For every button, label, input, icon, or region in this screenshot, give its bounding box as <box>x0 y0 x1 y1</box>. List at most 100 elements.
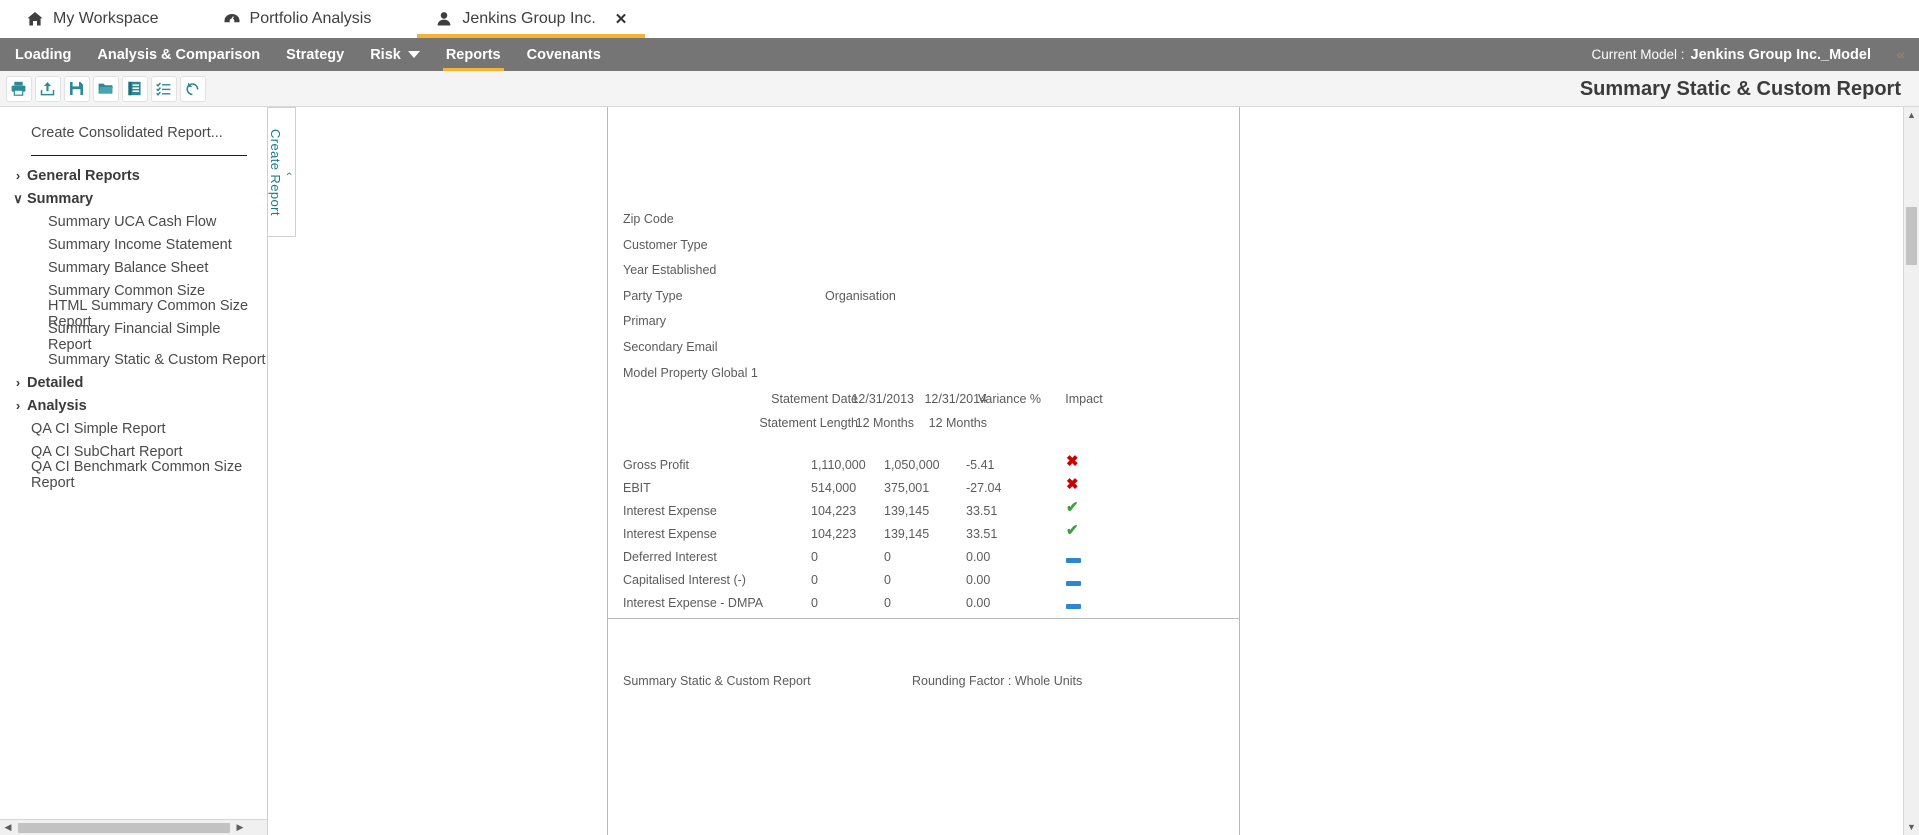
scroll-right-icon[interactable]: ▶ <box>232 820 248 835</box>
next-page-title: Summary Static & Custom Report <box>623 674 811 688</box>
table-row-value-2014: 1,050,000 <box>884 458 940 472</box>
table-row-label: Deferred Interest <box>623 550 717 564</box>
menu-label: Analysis & Comparison <box>97 46 261 63</box>
table-row-value-2014: 0 <box>884 550 891 564</box>
reports-sidebar: Create Consolidated Report... › General … <box>0 107 268 835</box>
report-property-label: Secondary Email <box>623 340 718 354</box>
undo-icon <box>184 80 201 97</box>
chevron-right-icon: › <box>15 398 21 413</box>
tab-label: My Workspace <box>53 10 159 27</box>
scrollbar-thumb[interactable] <box>18 822 230 833</box>
report-property-value: Organisation <box>825 289 896 303</box>
checklist-button[interactable] <box>150 75 177 102</box>
table-row-variance: 33.51 <box>966 504 998 518</box>
current-model-value: Jenkins Group Inc._Model <box>1690 46 1871 63</box>
sidebar-item-qa-ci-benchmark-common-size-report[interactable]: QA CI Benchmark Common Size Report <box>0 459 267 491</box>
impact-positive-icon: ✔ <box>1066 499 1079 516</box>
table-row-label: Interest Expense <box>623 527 717 541</box>
export-icon <box>39 80 56 97</box>
scroll-left-icon[interactable]: ◀ <box>0 820 16 835</box>
table-row-value-2014: 139,145 <box>884 504 930 518</box>
tree-group-summary[interactable]: ∨ Summary <box>0 187 267 210</box>
table-row-value-2013: 0 <box>811 596 818 610</box>
sidebar-item-summary-static-custom-report[interactable]: Summary Static & Custom Report <box>0 348 267 371</box>
menu-item-reports[interactable]: Reports <box>433 38 514 71</box>
impact-positive-icon: ✔ <box>1066 522 1079 539</box>
chevron-down-icon <box>407 51 420 58</box>
table-row-label: Interest Expense - DMPA <box>623 596 764 610</box>
report-vertical-scrollbar[interactable]: ▲ ▼ <box>1903 107 1919 835</box>
report-property-label: Customer Type <box>623 238 708 252</box>
checklist-icon <box>155 80 172 97</box>
table-row-variance: 33.51 <box>966 527 998 541</box>
sidebar-item-summary-financial-simple-report[interactable]: Summary Financial Simple Report <box>0 321 267 353</box>
collapse-panel-icon[interactable]: « <box>1897 38 1905 71</box>
impact-neutral-icon <box>1066 598 1081 612</box>
current-model-indicator: Current Model : Jenkins Group Inc._Model <box>1591 38 1871 71</box>
main-menu-bar: Loading Analysis & Comparison Strategy R… <box>0 38 1919 71</box>
export-button[interactable] <box>34 75 61 102</box>
tab-jenkins-group-inc[interactable]: Jenkins Group Inc. ✕ <box>417 0 646 38</box>
report-toolbar: Summary Static & Custom Report <box>0 71 1919 107</box>
chevron-right-icon: › <box>15 375 21 390</box>
menu-item-covenants[interactable]: Covenants <box>514 38 614 71</box>
print-button[interactable] <box>5 75 32 102</box>
scrollbar-thumb[interactable] <box>1906 207 1917 265</box>
report-view-button[interactable] <box>121 75 148 102</box>
sidebar-horizontal-scrollbar[interactable]: ◀ ▶ <box>0 819 267 835</box>
undo-button[interactable] <box>179 75 206 102</box>
menu-label: Reports <box>445 46 501 63</box>
report-property-label: Year Established <box>623 263 717 277</box>
print-icon <box>10 80 27 97</box>
table-row-variance: -27.04 <box>966 481 1002 495</box>
table-row-value-2013: 0 <box>811 550 818 564</box>
table-row-value-2013: 104,223 <box>811 527 857 541</box>
table-row-value-2014: 0 <box>884 596 891 610</box>
tab-my-workspace[interactable]: My Workspace <box>8 0 177 38</box>
open-folder-icon <box>97 80 114 97</box>
table-row-value-2013: 104,223 <box>811 504 857 518</box>
menu-item-strategy[interactable]: Strategy <box>273 38 357 71</box>
page-title: Summary Static & Custom Report <box>1579 78 1901 100</box>
chevron-right-icon: › <box>15 168 21 183</box>
sidebar-item-summary-balance-sheet[interactable]: Summary Balance Sheet <box>0 256 267 279</box>
scroll-up-icon[interactable]: ▲ <box>1904 107 1919 123</box>
menu-item-loading[interactable]: Loading <box>2 38 84 71</box>
tree-group-detailed[interactable]: › Detailed <box>0 371 267 394</box>
report-page-2: Summary Static & Custom Report Rounding … <box>607 618 1240 835</box>
tree-group-general-reports[interactable]: › General Reports <box>0 164 267 187</box>
table-row-value-2013: 1,110,000 <box>811 458 866 472</box>
save-icon <box>68 80 85 97</box>
report-property-label: Zip Code <box>623 212 674 226</box>
table-row-value-2014: 375,001 <box>884 481 930 495</box>
table-row-variance: 0.00 <box>966 573 991 587</box>
reports-tree: › General Reports ∨ Summary Summary UCA … <box>0 164 267 491</box>
table-row-label: Capitalised Interest (-) <box>623 573 746 587</box>
sidebar-item-summary-income-statement[interactable]: Summary Income Statement <box>0 233 267 256</box>
scroll-down-icon[interactable]: ▼ <box>1904 819 1919 835</box>
menu-label: Covenants <box>526 46 601 63</box>
application-tab-strip: My Workspace Portfolio Analysis Jenkins … <box>0 0 1919 38</box>
impact-neutral-icon <box>1066 552 1081 566</box>
menu-label: Risk <box>370 46 401 63</box>
report-property-label: Party Type <box>623 289 683 303</box>
table-row-variance: 0.00 <box>966 596 991 610</box>
sidebar-item-qa-ci-simple-report[interactable]: QA CI Simple Report <box>0 417 267 440</box>
save-button[interactable] <box>63 75 90 102</box>
create-consolidated-report-link[interactable]: Create Consolidated Report... <box>31 125 247 156</box>
table-header-impact: Impact <box>1065 392 1103 406</box>
create-report-label: Create Report <box>268 128 283 216</box>
menu-item-analysis-comparison[interactable]: Analysis & Comparison <box>84 38 273 71</box>
sidebar-item-summary-uca-cash-flow[interactable]: Summary UCA Cash Flow <box>0 210 267 233</box>
table-row-label: EBIT <box>623 481 651 495</box>
tree-group-analysis[interactable]: › Analysis <box>0 394 267 417</box>
tab-portfolio-analysis[interactable]: Portfolio Analysis <box>205 0 390 38</box>
create-report-panel-tab[interactable]: Create Report ‹ <box>268 107 296 237</box>
open-folder-button[interactable] <box>92 75 119 102</box>
tree-group-label: Analysis <box>27 397 87 414</box>
close-icon[interactable]: ✕ <box>615 12 628 27</box>
report-viewport[interactable]: Zip Code Customer Type Year Established … <box>269 107 1919 835</box>
table-row-value-2013: 514,000 <box>811 481 857 495</box>
menu-item-risk[interactable]: Risk <box>357 38 433 71</box>
report-property-label: Model Property Global 1 <box>623 366 758 380</box>
